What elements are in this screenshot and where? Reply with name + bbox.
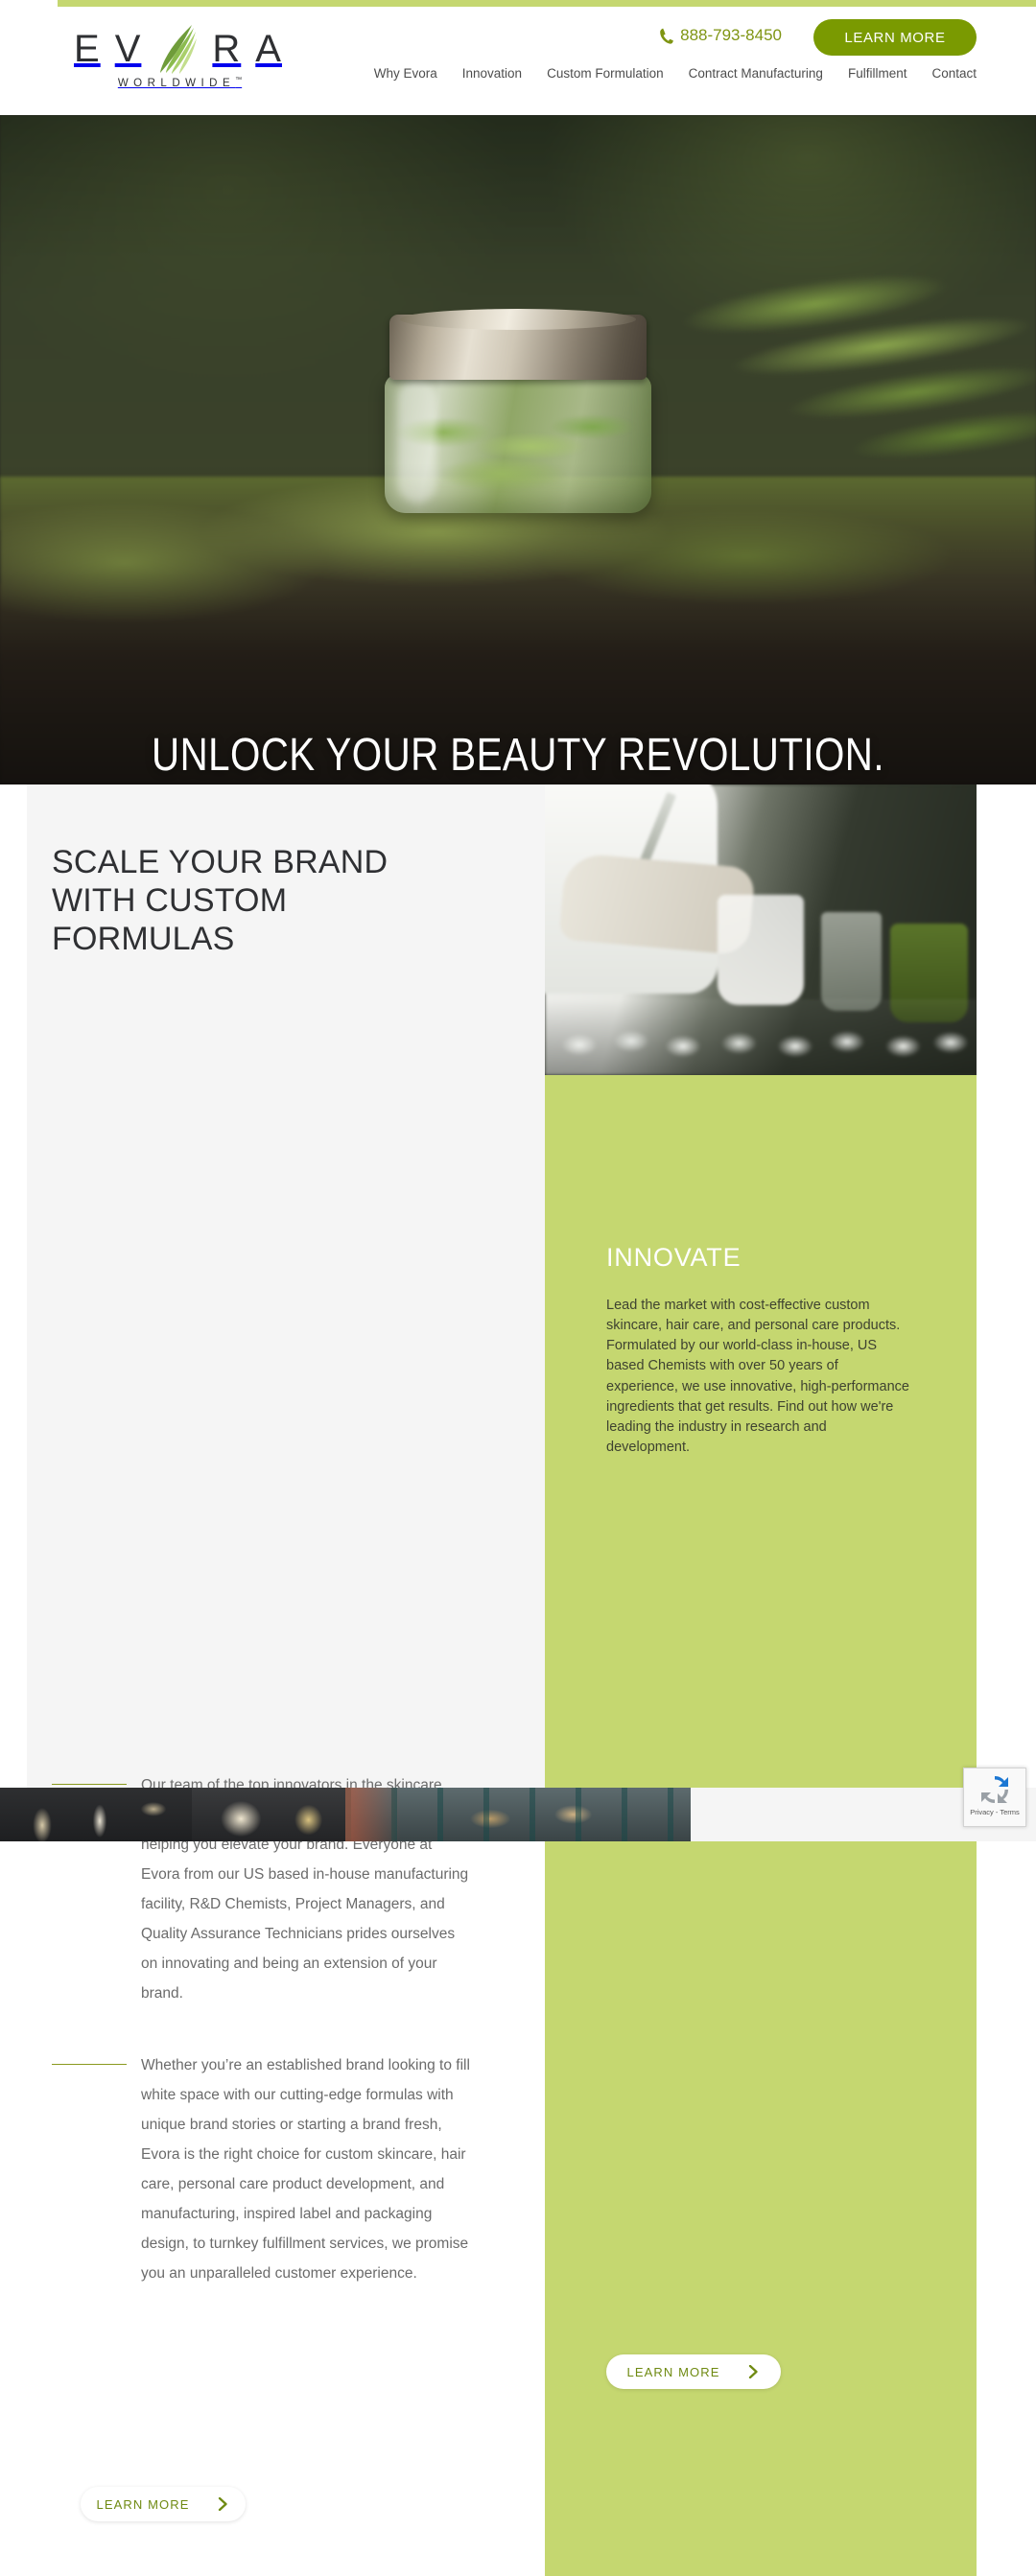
- chevron-right-icon: [749, 2365, 759, 2378]
- innovate-body: Lead the market with cost-effective cust…: [606, 1298, 909, 1456]
- dash-marker-icon: [52, 2064, 127, 2065]
- phone-link[interactable]: 888-793-8450: [660, 26, 782, 45]
- logo-letter-v: V: [114, 28, 142, 70]
- bottom-image-strip: [0, 1788, 1036, 1841]
- hero-headline: UNLOCK YOUR BEAUTY REVOLUTION.: [152, 730, 884, 781]
- strip-tile-packaging[interactable]: [192, 1788, 345, 1841]
- paragraph-block-2: Whether you’re an established brand look…: [52, 2050, 474, 2288]
- recaptcha-icon: [978, 1773, 1011, 1806]
- logo-letter-r: R: [212, 28, 242, 70]
- main-learn-more-button[interactable]: LEARN MORE: [81, 2487, 246, 2521]
- section-title: SCALE YOUR BRAND WITH CUSTOM FORMULAS: [52, 844, 388, 957]
- trademark-symbol: ™: [235, 77, 243, 83]
- phone-icon: [660, 28, 673, 44]
- top-accent-bar: [58, 0, 1036, 7]
- logo-tagline-text: WORLDWIDE: [117, 77, 236, 89]
- nav-item-contract-manufacturing[interactable]: Contract Manufacturing: [689, 66, 823, 81]
- innovate-title: INNOVATE: [606, 1243, 742, 1272]
- innovate-learn-more-button[interactable]: LEARN MORE: [606, 2354, 781, 2389]
- site-logo[interactable]: E V R A WORLDWIDE™: [65, 24, 291, 99]
- main-content: SCALE YOUR BRAND WITH CUSTOM FORMULAS Ou…: [0, 785, 1036, 2576]
- nav-item-why-evora[interactable]: Why Evora: [374, 66, 437, 81]
- main-learn-more-label: LEARN MORE: [96, 2496, 190, 2512]
- site-header: E V R A WORLDWIDE™ 888-793-8450 LEARN MO…: [0, 7, 1036, 115]
- innovate-learn-more-label: LEARN MORE: [626, 2364, 720, 2379]
- logo-tagline: WORLDWIDE™: [65, 77, 291, 89]
- strip-tile-cosmetics[interactable]: [0, 1788, 192, 1841]
- leaf-icon: [155, 23, 198, 75]
- main-navigation: Why Evora Innovation Custom Formulation …: [374, 66, 977, 81]
- topbar-left-gap: [0, 0, 58, 7]
- logo-letter-a: A: [255, 28, 282, 70]
- hero-banner: UNLOCK YOUR BEAUTY REVOLUTION.: [0, 115, 1036, 785]
- chevron-right-icon: [219, 2497, 228, 2511]
- dash-marker-icon: [52, 1784, 127, 1785]
- nav-item-contact[interactable]: Contact: [931, 66, 977, 81]
- logo-wordmark: E V R A: [65, 24, 291, 74]
- strip-tile-warehouse[interactable]: [345, 1788, 691, 1841]
- left-rail: [0, 785, 27, 1788]
- logo-letter-e: E: [74, 28, 101, 70]
- lab-photo: [545, 785, 977, 1075]
- header-learn-more-button[interactable]: LEARN MORE: [813, 19, 977, 56]
- phone-number: 888-793-8450: [680, 26, 782, 44]
- nav-item-fulfillment[interactable]: Fulfillment: [848, 66, 907, 81]
- paragraph-text-2: Whether you’re an established brand look…: [141, 2057, 470, 2282]
- nav-item-custom-formulation[interactable]: Custom Formulation: [547, 66, 664, 81]
- recaptcha-badge[interactable]: Privacy - Terms: [963, 1768, 1026, 1827]
- nav-item-innovation[interactable]: Innovation: [462, 66, 522, 81]
- recaptcha-legal[interactable]: Privacy - Terms: [970, 1808, 1020, 1816]
